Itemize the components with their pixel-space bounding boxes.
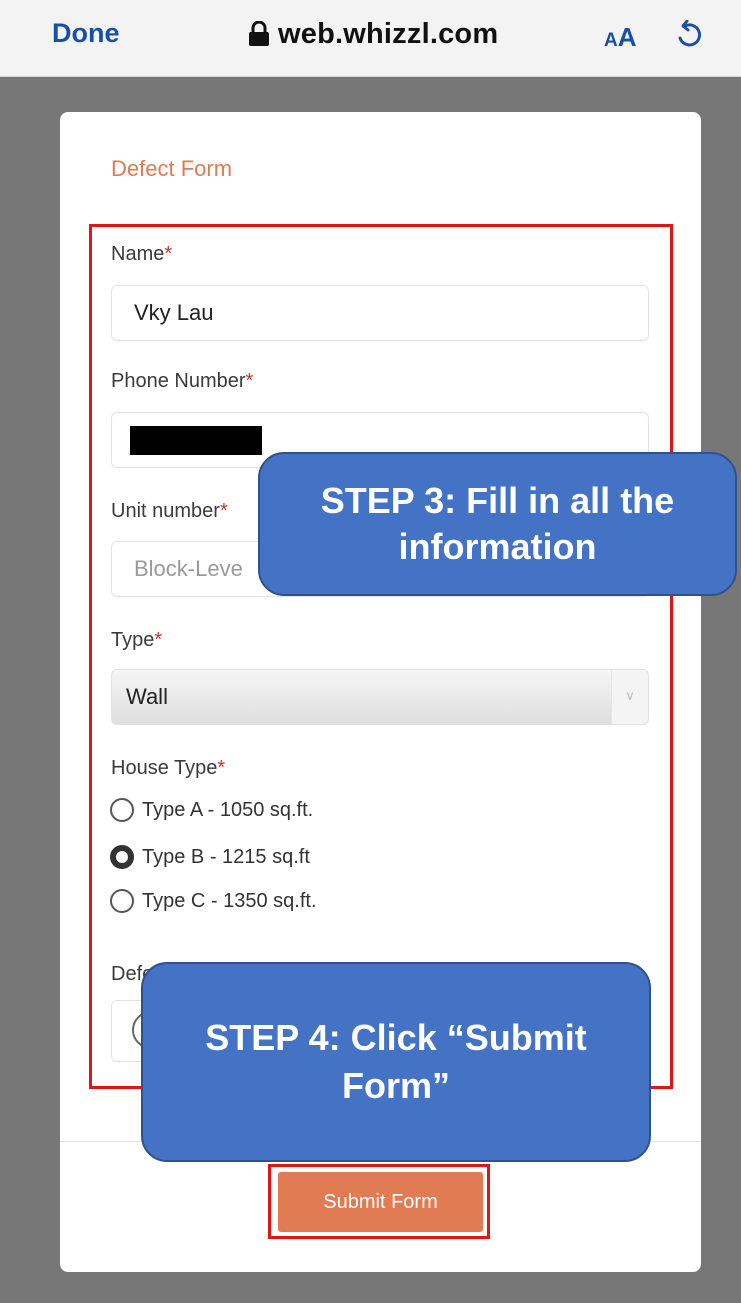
name-label-text: Name [111,243,165,265]
text-size-small-glyph: A [604,30,618,51]
house-type-option-a[interactable]: Type A - 1050 sq.ft. [110,798,313,822]
house-type-label: House Type* [111,757,225,780]
required-marker: * [217,757,226,779]
house-type-option-b[interactable]: Type B - 1215 sq.ft [110,845,310,869]
submit-form-button[interactable]: Submit Form [278,1172,483,1232]
required-marker: * [245,370,254,392]
house-type-option-label: Type C - 1350 sq.ft. [142,889,317,912]
chevron-down-icon: ∨ [611,670,648,724]
type-label: Type* [111,629,162,652]
house-type-option-c[interactable]: Type C - 1350 sq.ft. [110,889,317,913]
radio-checked-icon[interactable] [110,845,134,869]
required-marker: * [219,500,228,522]
unit-label: Unit number* [111,500,228,523]
name-label: Name* [111,243,172,266]
redaction-bar [130,426,262,455]
form-title: Defect Form [111,156,233,181]
browser-toolbar: Done web.whizzl.com A A [0,0,741,77]
radio-unchecked-icon[interactable] [110,889,134,913]
text-size-button[interactable]: A A [604,22,637,53]
phone-label-text: Phone Number [111,370,246,392]
type-select[interactable]: Wall ∨ [111,669,649,725]
step4-callout: STEP 4: Click “Submit Form” [141,962,651,1162]
type-label-text: Type [111,629,155,651]
done-button[interactable]: Done [52,18,120,49]
url-text: web.whizzl.com [278,17,499,50]
required-marker: * [164,243,173,265]
name-input[interactable]: Vky Lau [111,285,649,341]
highlight-box-form-fields [89,224,673,1089]
lock-icon [249,21,269,46]
step3-callout-text: STEP 3: Fill in all the information [320,480,675,567]
text-size-large-glyph: A [617,22,637,52]
unit-label-text: Unit number [111,500,220,522]
house-type-option-label: Type B - 1215 sq.ft [142,845,310,868]
house-type-label-text: House Type [111,757,218,779]
type-select-value: Wall [126,684,168,709]
address-bar[interactable]: web.whizzl.com [248,14,498,54]
house-type-option-label: Type A - 1050 sq.ft. [142,798,314,821]
step3-callout: STEP 3: Fill in all the information [258,452,737,596]
reload-icon[interactable] [674,20,704,52]
phone-label: Phone Number* [111,370,253,393]
required-marker: * [154,629,163,651]
radio-unchecked-icon[interactable] [110,798,134,822]
step4-callout-text: STEP 4: Click “Submit Form” [205,1017,587,1106]
